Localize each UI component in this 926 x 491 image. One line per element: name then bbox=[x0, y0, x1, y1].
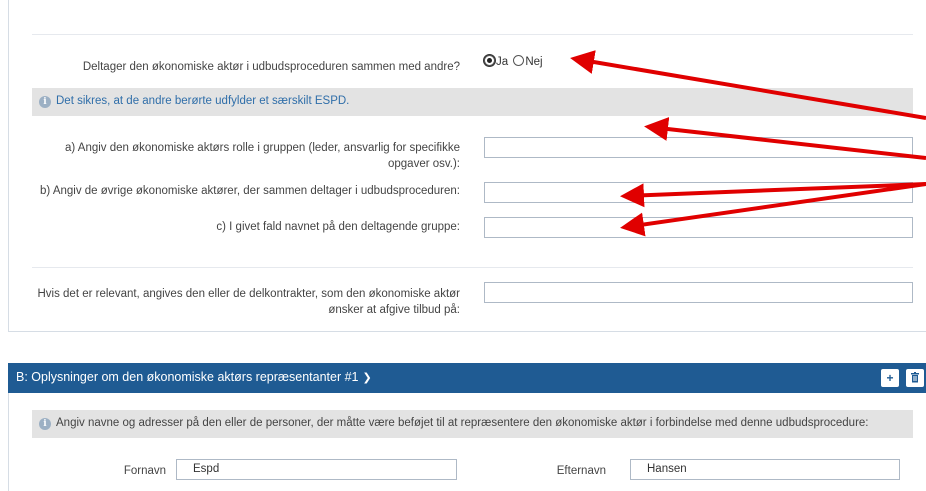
arrow-to-radio bbox=[570, 50, 926, 120]
arrow-to-field-a bbox=[644, 117, 926, 160]
annotation-arrows bbox=[570, 50, 926, 237]
